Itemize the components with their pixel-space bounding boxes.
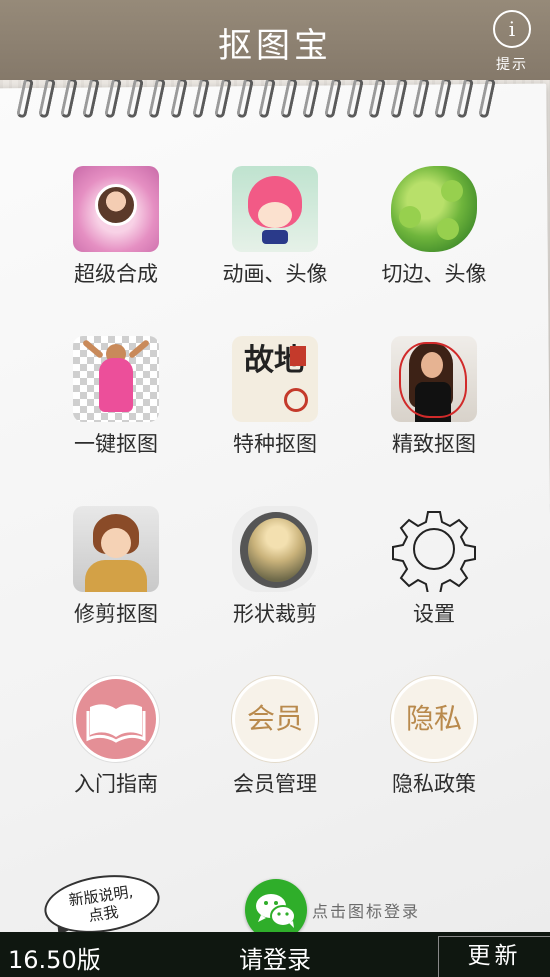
anime-character-icon (73, 506, 159, 592)
feature-settings[interactable]: 设置 (354, 506, 514, 628)
feature-label: 一键抠图 (74, 432, 158, 456)
woman-outline-icon (391, 336, 477, 422)
feature-fine-cutout[interactable]: 精致抠图 (354, 336, 514, 458)
feature-shape-crop[interactable]: 形状裁剪 (195, 506, 355, 628)
feature-label: 入门指南 (74, 772, 158, 796)
footer-bar: 16.50版 请登录 更新 (0, 932, 550, 977)
feature-special-cutout[interactable]: 故地 特种抠图 (195, 336, 355, 458)
feature-label: 修剪抠图 (74, 602, 158, 626)
hint-label: 提示 (496, 57, 528, 73)
info-icon: i (493, 10, 531, 48)
feature-label: 切边、头像 (381, 262, 487, 286)
shape-crop-icon (232, 506, 318, 592)
child-cutout-icon (73, 336, 159, 422)
header-bar: 抠图宝 i 提示 (0, 0, 550, 80)
member-icon: 会员 (232, 676, 318, 762)
feature-label: 精致抠图 (392, 432, 476, 456)
privacy-icon: 隐私 (391, 676, 477, 762)
login-hint-text: 点击图标登录 (312, 902, 421, 921)
feature-label: 隐私政策 (392, 772, 476, 796)
feature-privacy-policy[interactable]: 隐私 隐私政策 (354, 676, 514, 798)
heart-portrait-icon (73, 166, 159, 252)
feature-label: 动画、头像 (222, 262, 328, 286)
feature-label: 特种抠图 (233, 432, 317, 456)
calligraphy-icon: 故地 (232, 336, 318, 422)
feature-super-compose[interactable]: 超级合成 (36, 166, 196, 288)
notebook-rings (15, 77, 550, 148)
feature-beginner-guide[interactable]: 入门指南 (36, 676, 196, 798)
feature-trim-cutout[interactable]: 修剪抠图 (36, 506, 196, 628)
feature-label: 超级合成 (74, 262, 158, 286)
feature-one-click-cutout[interactable]: 一键抠图 (36, 336, 196, 458)
feature-label: 设置 (413, 602, 455, 626)
feature-member-management[interactable]: 会员 会员管理 (195, 676, 355, 798)
feature-label: 形状裁剪 (233, 602, 317, 626)
feature-label: 会员管理 (233, 772, 317, 796)
feature-cartoon-avatar[interactable]: 动画、头像 (195, 166, 355, 288)
app-title: 抠图宝 (218, 26, 332, 66)
feature-edge-avatar[interactable]: 切边、头像 (354, 166, 514, 288)
book-icon (73, 676, 159, 762)
leaves-icon (391, 166, 477, 252)
cartoon-avatar-icon (232, 166, 318, 252)
gear-icon (391, 506, 477, 595)
update-button[interactable]: 更新 (438, 936, 550, 977)
hint-button[interactable]: i 提示 (490, 10, 534, 74)
